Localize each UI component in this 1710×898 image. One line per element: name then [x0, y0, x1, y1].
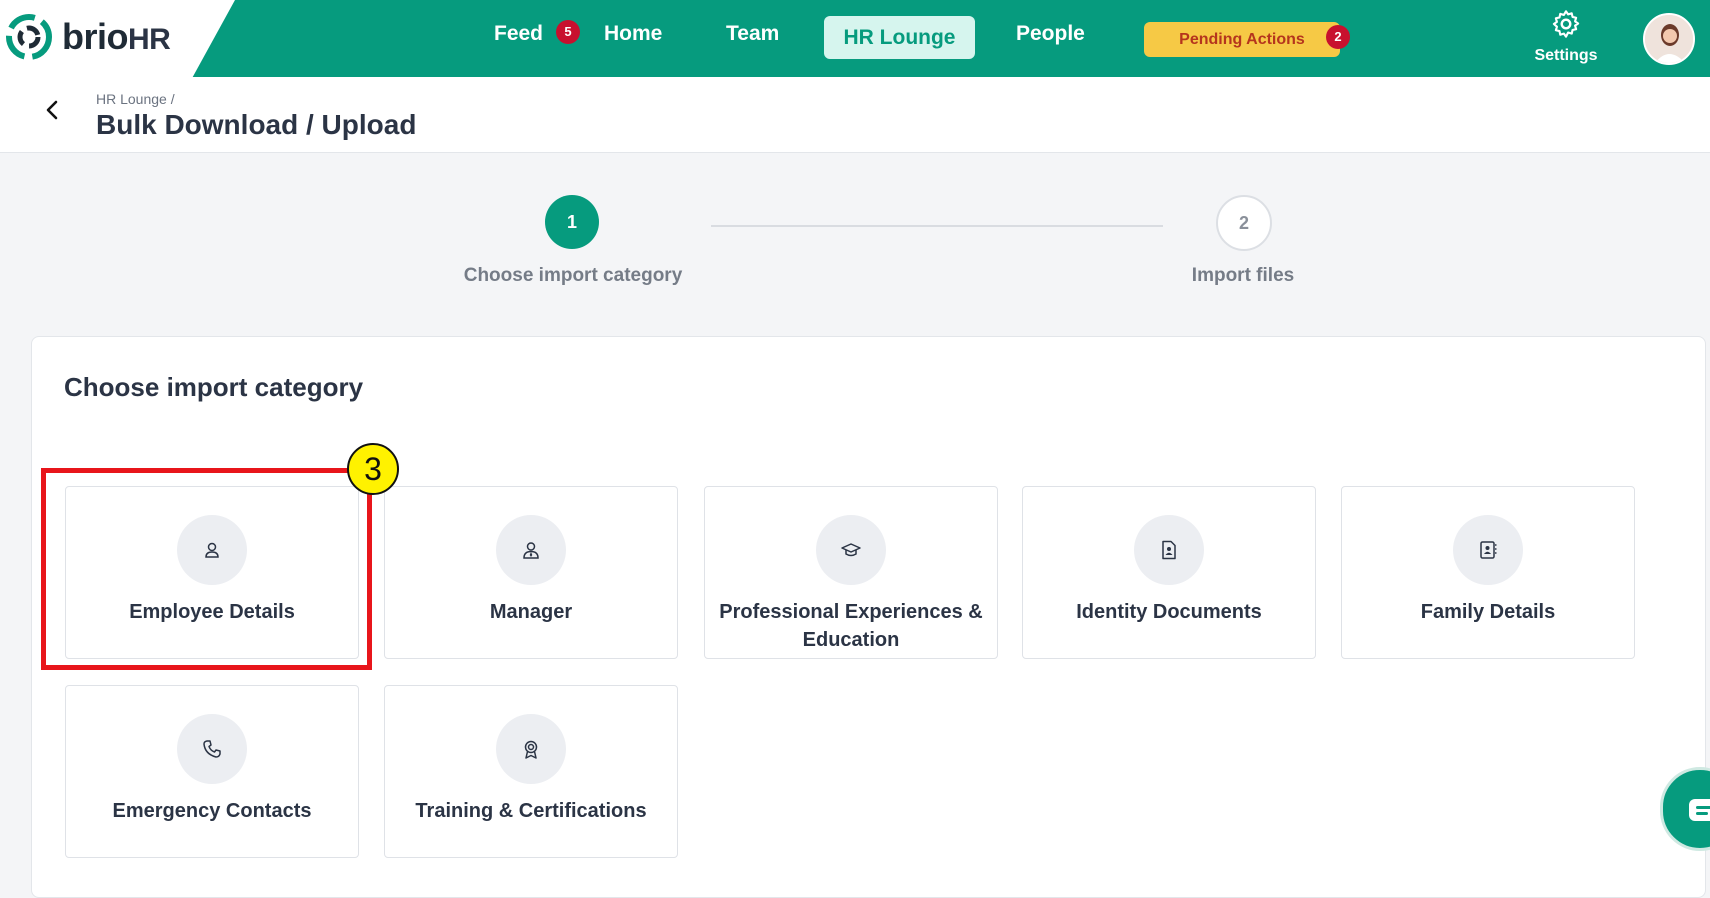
step-1-label: Choose import category: [463, 265, 683, 286]
highlight-box: [41, 468, 372, 670]
nav-hr-lounge[interactable]: HR Lounge: [824, 16, 975, 59]
category-label: Manager: [489, 601, 573, 623]
category-label: Emergency Contacts: [112, 800, 312, 822]
icon-badge: [496, 515, 566, 585]
brand-name: brioHR: [62, 16, 171, 57]
icon-badge: [1134, 515, 1204, 585]
manager-icon: [523, 542, 539, 559]
contact-book-icon: [1480, 541, 1497, 559]
category-label: Family Details: [1420, 601, 1556, 623]
award-icon: [524, 740, 538, 759]
step-2-label: Import files: [1191, 265, 1295, 286]
category-family-details[interactable]: Family Details: [1341, 486, 1635, 659]
settings-label: Settings: [1534, 47, 1598, 64]
step-annotation-marker: 3: [347, 443, 399, 495]
nav-feed[interactable]: Feed: [494, 22, 543, 46]
step-1-indicator: 1: [545, 195, 599, 249]
step-2-indicator: 2: [1216, 195, 1272, 251]
icon-badge: [1453, 515, 1523, 585]
phone-icon: [203, 740, 221, 758]
icon-badge: [816, 515, 886, 585]
top-navbar: brioHR Feed 5 Home Team HR Lounge People…: [0, 0, 1710, 77]
pending-count-badge: 2: [1326, 25, 1350, 49]
category-training-certifications[interactable]: Training & Certifications: [384, 685, 678, 858]
category-identity-documents[interactable]: Identity Documents: [1022, 486, 1316, 659]
nav-home[interactable]: Home: [604, 22, 662, 46]
nav-team[interactable]: Team: [726, 22, 779, 46]
gear-icon: [1552, 10, 1580, 38]
icon-badge: [496, 714, 566, 784]
category-emergency-contacts[interactable]: Emergency Contacts: [65, 685, 359, 858]
category-manager[interactable]: Manager: [384, 486, 678, 659]
id-document-icon: [1162, 540, 1176, 560]
category-label: Identity Documents: [1076, 601, 1262, 623]
stepper-connector: [711, 225, 1163, 227]
feed-count-badge: 5: [556, 20, 580, 44]
brio-logo-icon: [6, 14, 52, 60]
category-professional-experiences[interactable]: Professional Experiences & Education: [704, 486, 998, 659]
chat-icon: [1689, 799, 1710, 821]
category-label: Professional Experiences & Education: [719, 601, 983, 651]
back-arrow-icon[interactable]: [42, 99, 64, 121]
pending-actions-button[interactable]: Pending Actions: [1144, 22, 1340, 57]
page-title: Bulk Download / Upload: [96, 109, 417, 140]
avatar-image: [1645, 15, 1693, 63]
page-header: HR Lounge / Bulk Download / Upload: [0, 77, 1710, 153]
graduation-cap-icon: [841, 543, 861, 557]
icon-badge: [177, 714, 247, 784]
nav-people[interactable]: People: [1016, 22, 1085, 46]
logo-area[interactable]: brioHR: [0, 0, 235, 77]
panel-title: Choose import category: [64, 372, 364, 402]
breadcrumb[interactable]: HR Lounge /: [96, 91, 175, 107]
category-label: Training & Certifications: [415, 800, 647, 822]
settings-button[interactable]: Settings: [1530, 8, 1602, 65]
user-avatar[interactable]: [1643, 13, 1695, 65]
